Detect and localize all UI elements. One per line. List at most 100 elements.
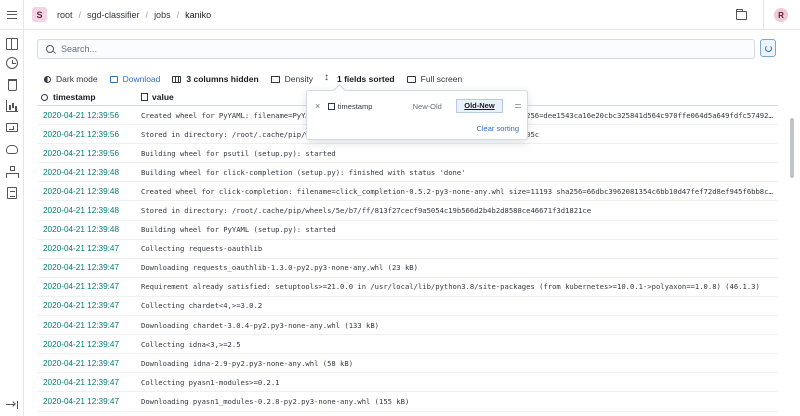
folder-icon[interactable] xyxy=(6,123,18,132)
field-icon xyxy=(327,102,335,110)
breadcrumb-separator: / xyxy=(176,9,180,20)
value-cell: Stored in directory: /root/.cache/pip/wh… xyxy=(141,206,592,216)
divider xyxy=(763,0,764,30)
timestamp-cell: 2020-04-21 12:39:56 xyxy=(43,148,120,158)
sort-field-name: timestamp xyxy=(337,101,373,111)
table-body: 2020-04-21 12:39:56 Created wheel for PyY… xyxy=(37,106,778,412)
refresh-icon xyxy=(764,44,772,52)
avatar[interactable]: R xyxy=(774,8,788,22)
document-icon[interactable] xyxy=(7,187,17,199)
value-cell: Downloading idna-2.9-py2.py3-none-any.wh… xyxy=(141,358,354,368)
download-button[interactable]: Download xyxy=(109,74,161,84)
timestamp-cell: 2020-04-21 12:39:48 xyxy=(43,206,120,216)
sort-new-old-option[interactable]: New-Old xyxy=(407,102,448,111)
table-row[interactable]: 2020-04-21 12:39:48 Created wheel for cli… xyxy=(37,182,778,202)
sort-field-row: × timestamp New-Old Old-New xyxy=(315,99,521,113)
column-header-value[interactable]: value xyxy=(133,92,174,102)
density-label: Density xyxy=(284,74,313,84)
contrast-icon xyxy=(44,75,51,83)
timestamp-cell: 2020-04-21 12:39:56 xyxy=(43,110,120,120)
value-cell: Building wheel for click-completion (set… xyxy=(141,167,466,177)
org-badge[interactable]: S xyxy=(32,7,47,22)
table-row[interactable]: 2020-04-21 12:39:56 Building wheel for ps… xyxy=(37,144,778,164)
trash-icon[interactable] xyxy=(7,79,17,91)
breadcrumb-separator: / xyxy=(78,9,82,20)
sort-old-new-option[interactable]: Old-New xyxy=(455,99,504,113)
timestamp-cell: 2020-04-21 12:39:47 xyxy=(43,301,120,311)
breadcrumb-project[interactable]: sgd-classifier xyxy=(87,10,140,20)
app-root: S root / sgd-classifier / jobs / kaniko … xyxy=(0,0,800,416)
timestamp-cell: 2020-04-21 12:39:48 xyxy=(43,167,120,177)
search-icon xyxy=(46,45,54,53)
breadcrumb-jobs[interactable]: jobs xyxy=(154,10,171,20)
columns-hidden-label: 3 columns hidden xyxy=(186,74,259,84)
dark-mode-button[interactable]: Dark mode xyxy=(44,74,98,84)
sort-popover: × timestamp New-Old Old-New Clear sortin… xyxy=(306,84,528,140)
menu-button[interactable] xyxy=(0,0,24,30)
timestamp-cell: 2020-04-21 12:39:47 xyxy=(43,282,120,292)
table-row[interactable]: 2020-04-21 12:39:47 Downloading chardet-3… xyxy=(37,316,778,336)
timestamp-cell: 2020-04-21 12:39:47 xyxy=(43,339,120,349)
refresh-button[interactable] xyxy=(760,39,776,57)
clock-icon[interactable] xyxy=(6,57,18,69)
columns-button[interactable]: 3 columns hidden xyxy=(172,74,259,84)
clear-sorting-link[interactable]: Clear sorting xyxy=(476,124,519,133)
top-bar: S root / sgd-classifier / jobs / kaniko … xyxy=(0,0,800,30)
sitemap-icon[interactable] xyxy=(6,166,19,178)
columns-icon xyxy=(172,75,182,83)
value-cell: Building wheel for psutil (setup.py): st… xyxy=(141,148,336,158)
table-row[interactable]: 2020-04-21 12:39:47 Collecting requests-o… xyxy=(37,240,778,259)
column-header-timestamp[interactable]: timestamp xyxy=(37,92,133,102)
full-screen-icon xyxy=(406,75,416,83)
text-field-icon xyxy=(141,93,148,101)
value-cell: Created wheel for click-completion: file… xyxy=(141,186,773,196)
density-icon xyxy=(270,75,280,83)
value-cell: Building wheel for PyYAML (setup.py): st… xyxy=(141,225,336,235)
sort-icon xyxy=(324,72,332,84)
value-cell: Downloading chardet-3.0.4-py2.py3-none-a… xyxy=(141,320,379,330)
value-cell: Downloading pyasn1_modules-0.2.8-py2.py3… xyxy=(141,396,410,406)
table-row[interactable]: 2020-04-21 12:39:47 Downloading requests_… xyxy=(37,259,778,278)
breadcrumb-separator: / xyxy=(145,9,149,20)
column-label: value xyxy=(152,92,174,102)
table-row[interactable]: 2020-04-21 12:39:48 Building wheel for cl… xyxy=(37,163,778,183)
download-icon xyxy=(109,75,118,83)
density-button[interactable]: Density xyxy=(270,74,313,84)
close-icon[interactable]: × xyxy=(315,101,323,111)
timestamp-cell: 2020-04-21 12:39:47 xyxy=(43,358,120,368)
timestamp-cell: 2020-04-21 12:39:47 xyxy=(43,320,120,330)
book-icon[interactable] xyxy=(6,38,18,50)
timestamp-cell: 2020-04-21 12:39:47 xyxy=(43,377,120,387)
table-row[interactable]: 2020-04-21 12:39:48 Building wheel for Py… xyxy=(37,221,778,240)
new-folder-icon[interactable] xyxy=(736,8,747,20)
table-row[interactable]: 2020-04-21 12:39:48 Stored in directory: … xyxy=(37,201,778,221)
full-screen-button[interactable]: Full screen xyxy=(406,74,462,84)
dark-mode-label: Dark mode xyxy=(56,74,98,84)
breadcrumb: root / sgd-classifier / jobs / kaniko xyxy=(57,10,211,20)
table-row[interactable]: 2020-04-21 12:39:47 Downloading idna-2.9-… xyxy=(37,354,778,374)
breadcrumb-root[interactable]: root xyxy=(57,10,73,20)
table-row[interactable]: 2020-04-21 12:39:47 Collecting pyasn1-mod… xyxy=(37,373,778,393)
fields-sorted-label: 1 fields sorted xyxy=(337,74,395,84)
scrollbar[interactable] xyxy=(790,118,794,178)
popover-arrow xyxy=(333,84,346,97)
table-row[interactable]: 2020-04-21 12:39:47 Collecting idna<3,>=2… xyxy=(37,335,778,355)
left-sidebar xyxy=(0,30,24,416)
value-cell: Collecting chardet<4,>=3.0.2 xyxy=(141,301,263,311)
table-row[interactable]: 2020-04-21 12:39:47 Requirement already s… xyxy=(37,278,778,297)
expand-sidebar-icon[interactable] xyxy=(6,401,18,409)
menu-icon xyxy=(6,10,17,19)
download-label: Download xyxy=(122,74,161,84)
value-cell: Collecting requests-oauthlib xyxy=(141,244,263,254)
search-input[interactable]: Search... xyxy=(37,39,755,59)
table-row[interactable]: 2020-04-21 12:39:47 Downloading pyasn1_mo… xyxy=(37,392,778,412)
search-placeholder: Search... xyxy=(61,44,98,54)
sort-fields-button[interactable]: 1 fields sorted xyxy=(324,72,395,85)
model-icon[interactable] xyxy=(6,145,18,154)
drag-handle-icon[interactable] xyxy=(515,104,521,108)
top-right-actions: R xyxy=(736,0,800,30)
table-row[interactable]: 2020-04-21 12:39:47 Collecting chardet<4,… xyxy=(37,297,778,317)
timestamp-cell: 2020-04-21 12:39:47 xyxy=(43,244,120,254)
chart-icon[interactable] xyxy=(6,100,18,112)
timestamp-cell: 2020-04-21 12:39:48 xyxy=(43,225,120,235)
